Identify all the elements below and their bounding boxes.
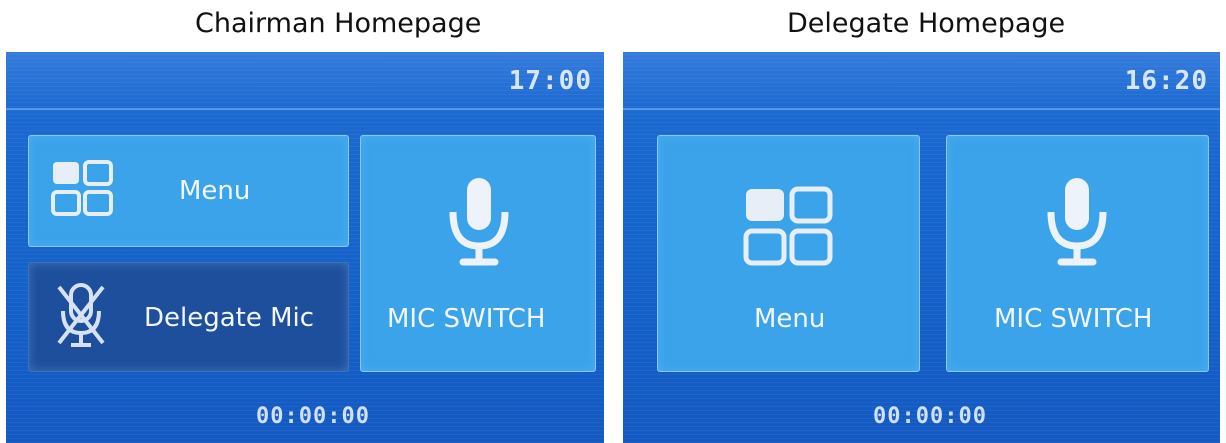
clock: 16:20 (1124, 66, 1208, 96)
menu-label: Menu (179, 176, 251, 206)
menu-label: Menu (754, 304, 826, 334)
meeting-timer: 00:00:00 (873, 404, 987, 429)
meeting-timer: 00:00:00 (256, 404, 370, 429)
grid-menu-icon (51, 160, 113, 216)
microphone-icon (1045, 176, 1109, 268)
mic-switch-label: MIC SWITCH (994, 304, 1153, 334)
status-bar: 16:20 (623, 52, 1220, 110)
clock: 17:00 (508, 66, 592, 96)
grid-menu-icon (743, 186, 833, 266)
mic-switch-button[interactable]: MIC SWITCH (946, 135, 1209, 372)
delegate-caption: Delegate Homepage (787, 8, 1066, 39)
microphone-icon (447, 176, 511, 268)
delegate-mic-label: Delegate Mic (144, 303, 315, 333)
delegate-mic-button[interactable]: Delegate Mic (28, 262, 349, 372)
delegate-screen: 16:20 Menu MIC SWITCH 00:00:00 (623, 52, 1220, 443)
menu-button[interactable]: Menu (657, 135, 920, 372)
chairman-caption: Chairman Homepage (195, 8, 482, 39)
mic-switch-button[interactable]: MIC SWITCH (360, 135, 596, 372)
menu-button[interactable]: Menu (28, 135, 349, 247)
mic-switch-label: MIC SWITCH (387, 304, 546, 334)
status-bar: 17:00 (6, 52, 604, 110)
chairman-screen: 17:00 Menu Delegate Mic MIC SWITCH 00:00… (6, 52, 604, 443)
microphone-muted-icon (55, 281, 107, 353)
